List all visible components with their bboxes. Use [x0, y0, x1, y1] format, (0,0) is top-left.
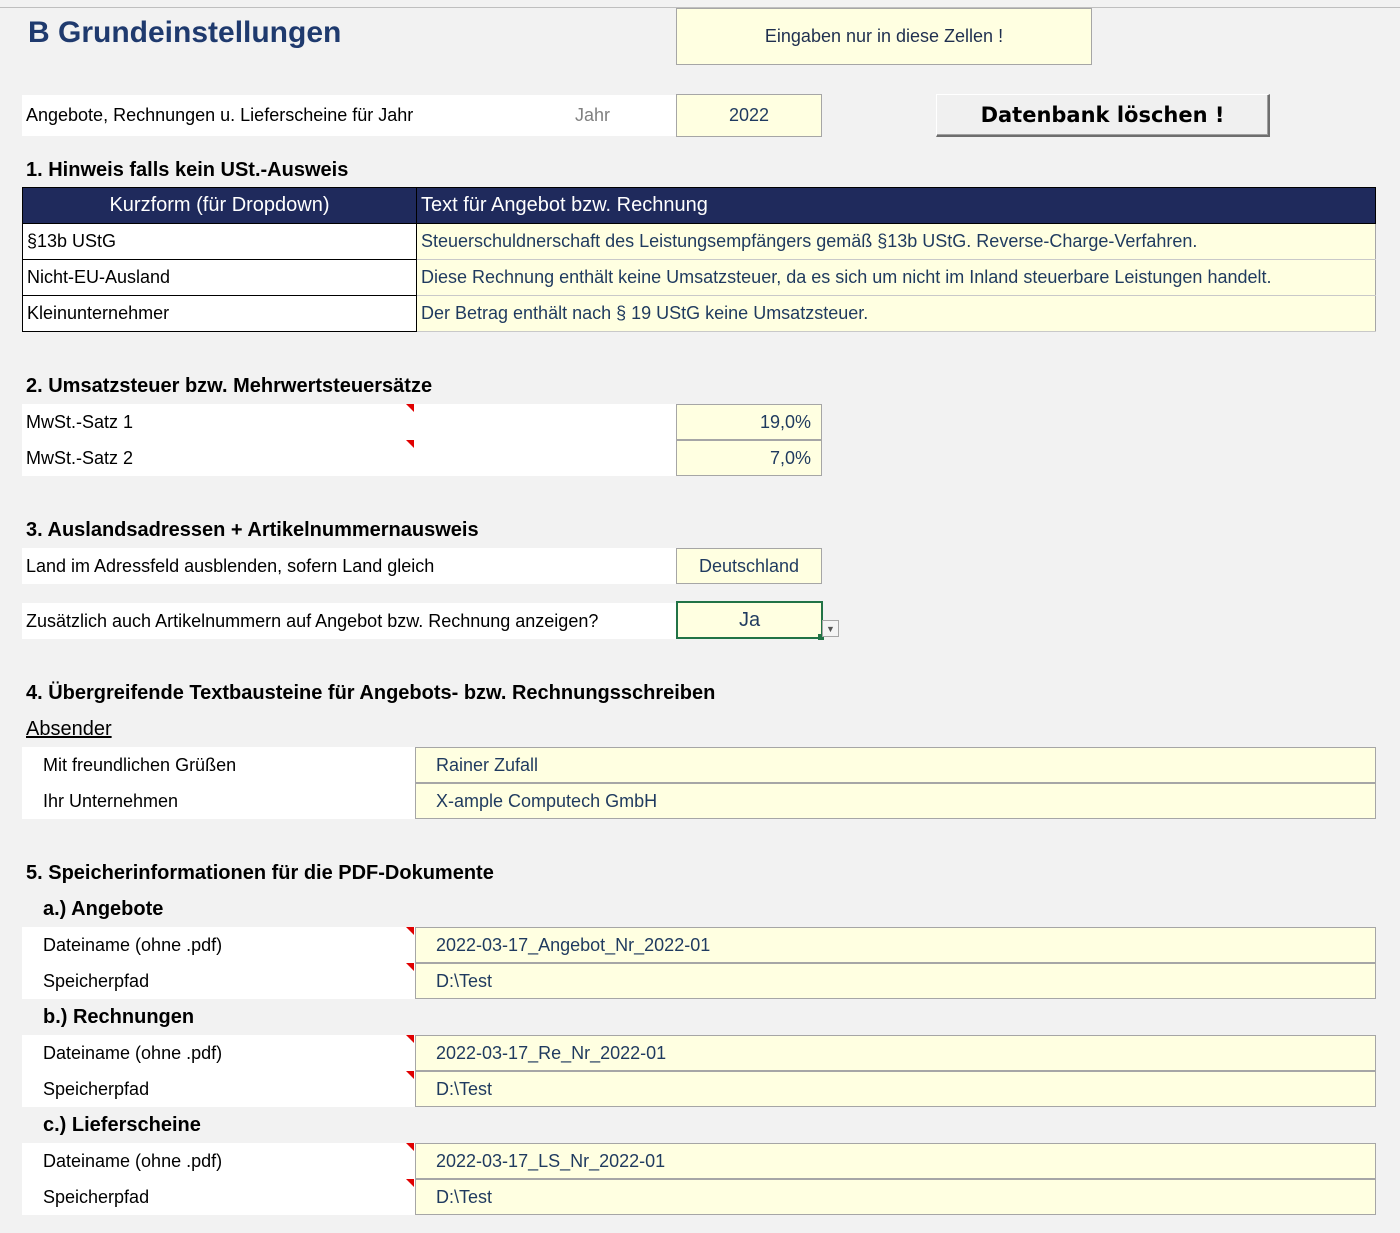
comment-indicator-icon[interactable] [406, 1179, 414, 1187]
vat-hint-table: Kurzform (für Dropdown) Text für Angebot… [22, 187, 1376, 332]
short-cell[interactable]: Nicht-EU-Ausland [22, 259, 417, 296]
rate1-input[interactable]: 19,0% [676, 404, 822, 440]
comment-indicator-icon[interactable] [406, 927, 414, 935]
offers-file-label: Dateiname (ohne .pdf) [43, 934, 223, 955]
page-title: B Grundeinstellungen [28, 16, 342, 49]
input-hint-cell: Eingaben nur in diese Zellen ! [676, 8, 1092, 65]
table-row: Nicht-EU-Ausland Diese Rechnung enthält … [22, 259, 1376, 296]
invoices-path-input[interactable]: D:\Test [415, 1071, 1376, 1107]
dropdown-arrow-icon[interactable]: ▼ [822, 620, 839, 637]
closing-input[interactable]: Rainer Zufall [415, 747, 1376, 783]
offers-path-label: Speicherpfad [43, 970, 150, 991]
closing-label: Mit freundlichen Grüßen [43, 754, 237, 775]
artno-dropdown[interactable]: Ja [676, 601, 823, 639]
delivery-notes-path-label: Speicherpfad [43, 1186, 150, 1207]
section1-heading: 1. Hinweis falls kein USt.-Ausweis [26, 159, 349, 181]
year-input[interactable]: 2022 [676, 94, 822, 137]
column-header-text: Text für Angebot bzw. Rechnung [416, 187, 1376, 224]
country-label: Land im Adressfeld ausblenden, sofern La… [26, 555, 435, 576]
delivery-notes-subheading: c.) Lieferscheine [43, 1114, 201, 1136]
delivery-notes-file-input[interactable]: 2022-03-17_LS_Nr_2022-01 [415, 1143, 1376, 1179]
column-header-short: Kurzform (für Dropdown) [22, 187, 417, 224]
text-cell[interactable]: Steuerschuldnerschaft des Leistungsempfä… [416, 223, 1376, 260]
section2-heading: 2. Umsatzsteuer bzw. Mehrwertsteuersätze [26, 375, 433, 397]
offers-path-input[interactable]: D:\Test [415, 963, 1376, 999]
invoices-file-label: Dateiname (ohne .pdf) [43, 1042, 223, 1063]
company-input[interactable]: X-ample Computech GmbH [415, 783, 1376, 819]
rate2-input[interactable]: 7,0% [676, 440, 822, 476]
table-row: Kleinunternehmer Der Betrag enthält nach… [22, 295, 1376, 332]
delivery-notes-file-label: Dateiname (ohne .pdf) [43, 1150, 223, 1171]
text-cell[interactable]: Der Betrag enthält nach § 19 UStG keine … [416, 295, 1376, 332]
invoices-path-label: Speicherpfad [43, 1078, 150, 1099]
comment-indicator-icon[interactable] [406, 963, 414, 971]
rate1-label: MwSt.-Satz 1 [26, 411, 134, 432]
invoices-subheading: b.) Rechnungen [43, 1006, 195, 1028]
short-cell[interactable]: §13b UStG [22, 223, 417, 260]
delete-database-button[interactable]: Datenbank löschen ! [936, 94, 1270, 137]
delivery-notes-path-input[interactable]: D:\Test [415, 1179, 1376, 1215]
section3-heading: 3. Auslandsadressen + Artikelnummernausw… [26, 519, 479, 541]
text-cell[interactable]: Diese Rechnung enthält keine Umsatzsteue… [416, 259, 1376, 296]
invoices-file-input[interactable]: 2022-03-17_Re_Nr_2022-01 [415, 1035, 1376, 1071]
short-cell[interactable]: Kleinunternehmer [22, 295, 417, 332]
table-row: §13b UStG Steuerschuldnerschaft des Leis… [22, 223, 1376, 260]
company-label: Ihr Unternehmen [43, 790, 179, 811]
comment-indicator-icon[interactable] [406, 1143, 414, 1151]
offers-file-input[interactable]: 2022-03-17_Angebot_Nr_2022-01 [415, 927, 1376, 963]
comment-indicator-icon[interactable] [406, 440, 414, 448]
sender-label: Absender [26, 717, 112, 740]
comment-indicator-icon[interactable] [406, 1071, 414, 1079]
section4-heading: 4. Übergreifende Textbausteine für Angeb… [26, 682, 716, 704]
comment-indicator-icon[interactable] [406, 404, 414, 412]
artno-label: Zusätzlich auch Artikelnummern auf Angeb… [26, 610, 599, 631]
rate2-label: MwSt.-Satz 2 [26, 447, 134, 468]
section5-heading: 5. Speicherinformationen für die PDF-Dok… [26, 862, 494, 884]
country-input[interactable]: Deutschland [676, 548, 822, 584]
year-sublabel: Jahr [575, 105, 611, 125]
offers-subheading: a.) Angebote [43, 898, 164, 920]
year-label: Angebote, Rechnungen u. Lieferscheine fü… [26, 105, 414, 125]
comment-indicator-icon[interactable] [406, 1035, 414, 1043]
